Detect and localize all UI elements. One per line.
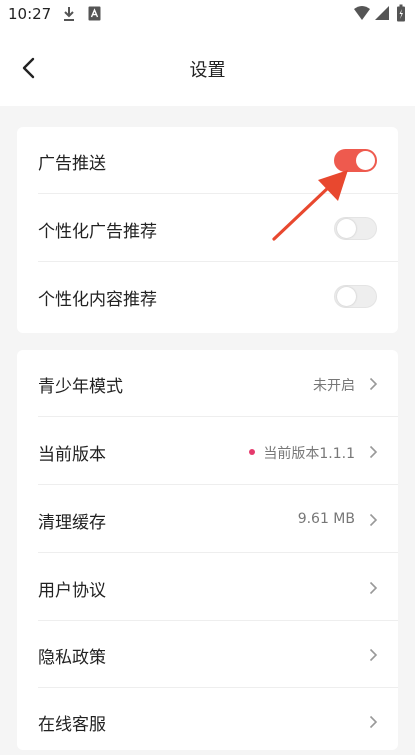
- divider: [38, 552, 398, 553]
- app-notification-icon: [88, 6, 101, 21]
- row-label: 清理缓存: [38, 513, 106, 533]
- signal-icon: [375, 6, 389, 20]
- chevron-right-icon: [369, 581, 378, 595]
- toggle-knob: [356, 151, 375, 170]
- row-label: 当前版本: [38, 445, 106, 465]
- row-privacy-policy[interactable]: 隐私政策: [17, 621, 398, 688]
- row-label: 广告推送: [38, 154, 106, 174]
- row-label: 青少年模式: [38, 377, 123, 397]
- row-label: 个性化广告推荐: [38, 222, 157, 242]
- row-personalized-content: 个性化内容推荐: [17, 263, 398, 330]
- status-time: 10:27: [8, 5, 52, 23]
- personalized-content-toggle[interactable]: [334, 285, 377, 308]
- download-icon: [64, 7, 74, 21]
- settings-list-card: 青少年模式 未开启 当前版本 当前版本1.1.1 清理缓存 9.61 MB 用户…: [17, 350, 398, 750]
- annotation-arrow-icon: [272, 170, 348, 241]
- battery-icon: [397, 4, 405, 22]
- row-label: 用户协议: [38, 581, 106, 601]
- status-bar: 10:27: [0, 0, 415, 30]
- divider: [38, 416, 398, 417]
- teen-mode-status: 未开启: [313, 378, 355, 394]
- row-label: 在线客服: [38, 715, 106, 735]
- page-header: 设置: [0, 30, 415, 106]
- version-value: 当前版本1.1.1: [249, 443, 355, 463]
- chevron-right-icon: [369, 715, 378, 729]
- chevron-right-icon: [369, 513, 378, 527]
- chevron-right-icon: [369, 445, 378, 459]
- row-online-service[interactable]: 在线客服: [17, 688, 398, 755]
- row-teen-mode[interactable]: 青少年模式 未开启: [17, 350, 398, 417]
- row-label: 隐私政策: [38, 648, 106, 668]
- row-user-agreement[interactable]: 用户协议: [17, 554, 398, 621]
- update-dot-icon: [249, 449, 256, 455]
- row-clear-cache[interactable]: 清理缓存 9.61 MB: [17, 486, 398, 553]
- row-label: 个性化内容推荐: [38, 290, 157, 310]
- page-title: 设置: [189, 60, 226, 81]
- divider: [38, 484, 398, 485]
- divider: [38, 261, 398, 262]
- chevron-right-icon: [369, 648, 378, 662]
- wifi-icon: [354, 6, 370, 20]
- cache-size: 9.61 MB: [297, 511, 355, 527]
- chevron-right-icon: [369, 377, 378, 391]
- toggle-knob: [337, 287, 356, 306]
- row-current-version[interactable]: 当前版本 当前版本1.1.1: [17, 418, 398, 485]
- version-text: 当前版本1.1.1: [263, 446, 355, 462]
